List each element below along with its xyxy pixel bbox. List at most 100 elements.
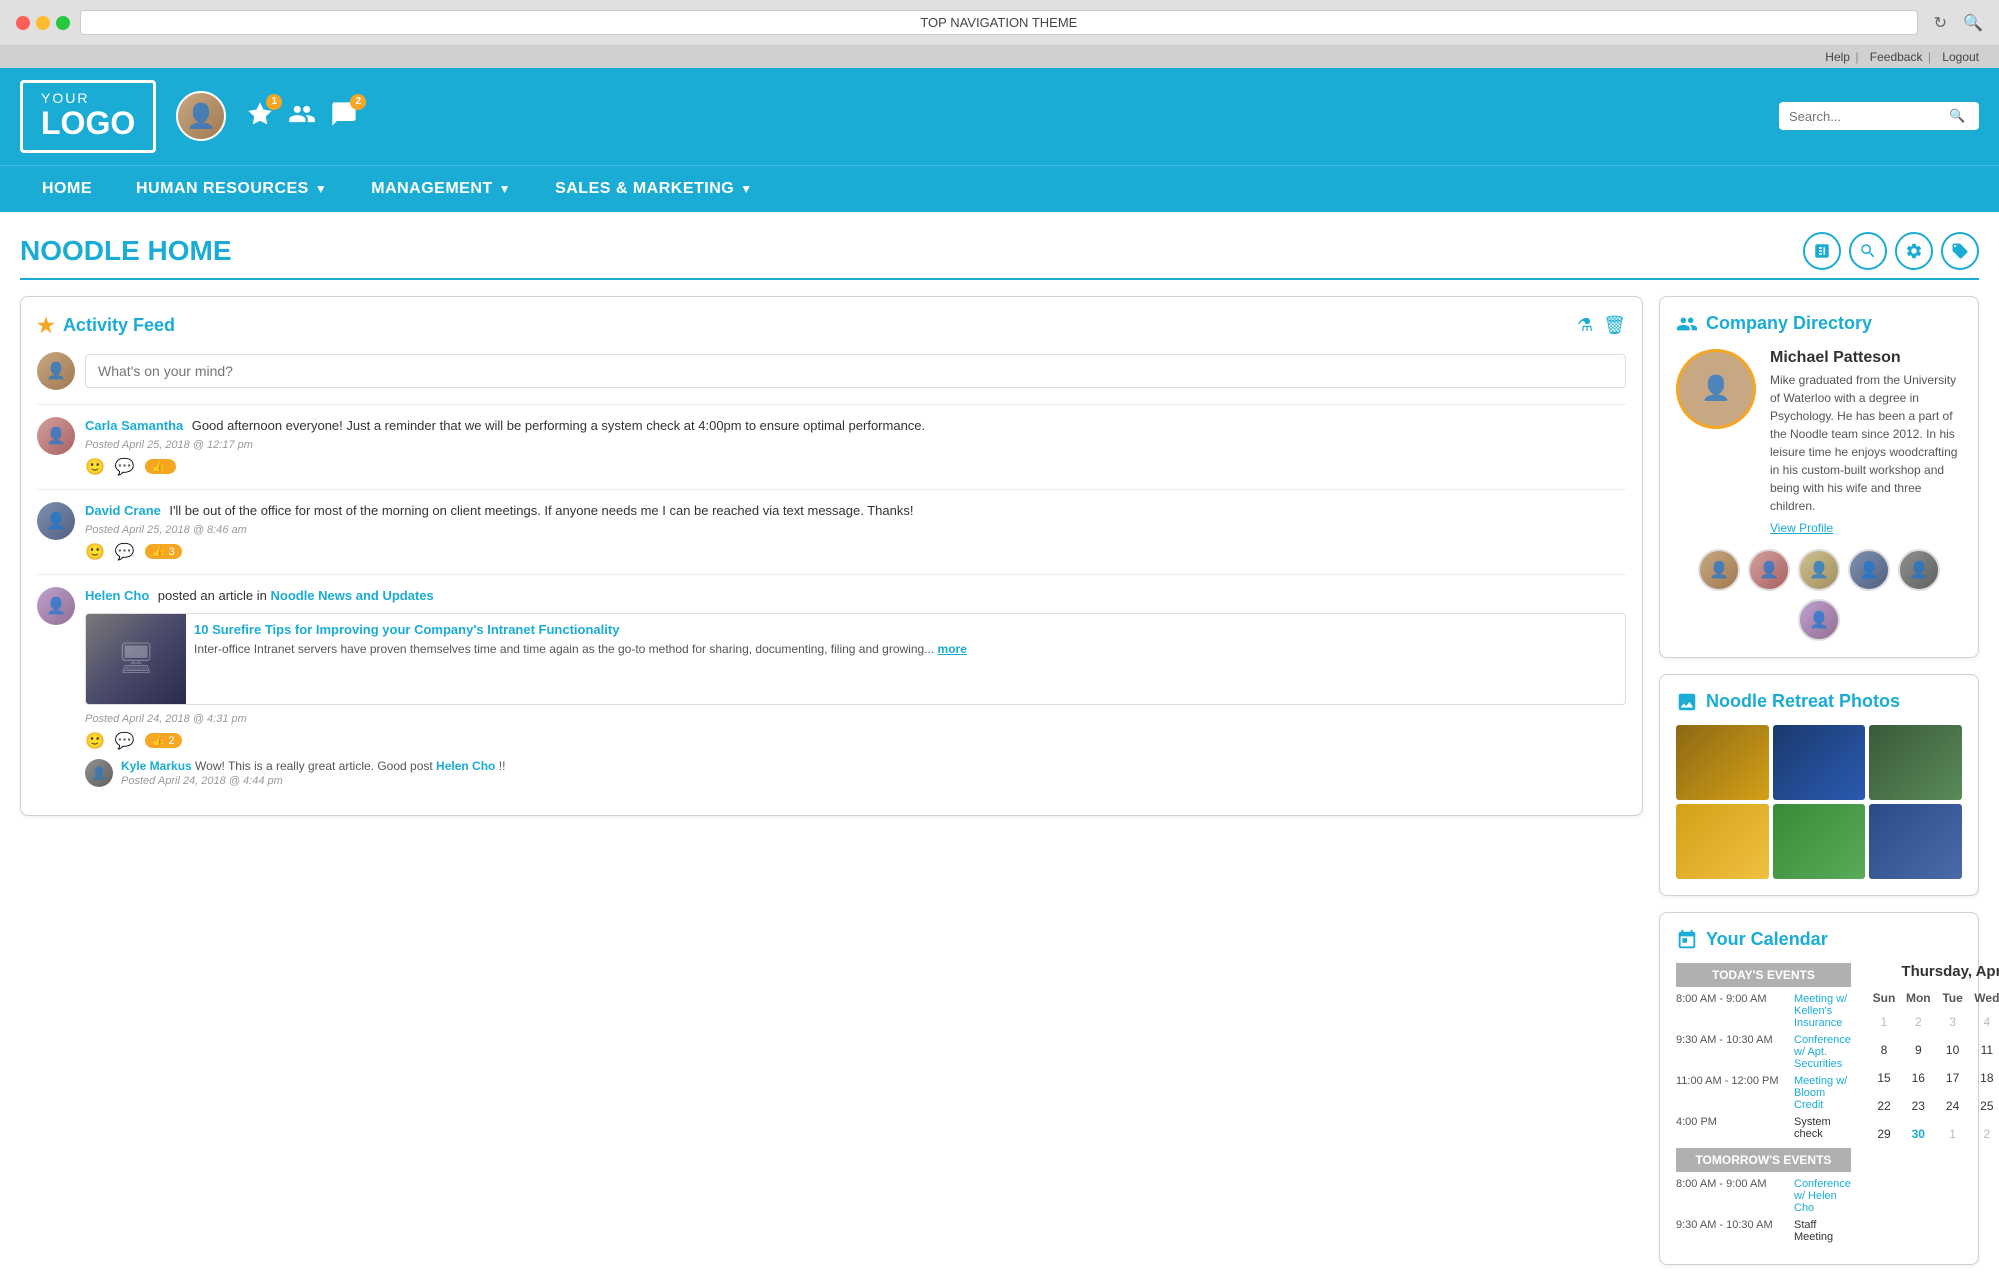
trash-icon[interactable]: 🗑	[1603, 315, 1626, 336]
like-icon[interactable]: 🙂	[85, 542, 105, 562]
like-icon[interactable]: 🙂	[85, 457, 105, 477]
dir-avatar-3[interactable]: 👤	[1798, 549, 1840, 591]
calendar-day[interactable]: 8	[1867, 1036, 1901, 1064]
search-content-btn[interactable]	[1849, 232, 1887, 270]
helen-author[interactable]: Helen Cho	[85, 588, 149, 603]
event-name-5[interactable]: Conference w/ Helen Cho	[1794, 1178, 1851, 1214]
mention-link[interactable]: Helen Cho	[436, 759, 495, 773]
logout-link[interactable]: Logout	[1942, 50, 1979, 64]
calendar-day[interactable]: 11	[1970, 1036, 1999, 1064]
calendar-day[interactable]: 1	[1935, 1120, 1969, 1148]
people-icon-btn[interactable]	[288, 100, 316, 133]
calendar-day[interactable]: 10	[1935, 1036, 1969, 1064]
dir-avatar-4[interactable]: 👤	[1848, 549, 1890, 591]
david-post-text: David Crane I'll be out of the office fo…	[85, 502, 1626, 520]
like-icon[interactable]: 🙂	[85, 731, 105, 751]
event-name-1[interactable]: Meeting w/ Kellen's Insurance	[1794, 993, 1851, 1029]
david-author[interactable]: David Crane	[85, 503, 161, 518]
dir-avatar-2[interactable]: 👤	[1748, 549, 1790, 591]
dir-avatar-5[interactable]: 👤	[1898, 549, 1940, 591]
browser-chrome: TOP NAVIGATION THEME ↻ 🔍	[0, 0, 1999, 46]
photo-6[interactable]	[1869, 804, 1962, 879]
calendar-day[interactable]: 30	[1901, 1120, 1935, 1148]
event-time-6: 9:30 AM - 10:30 AM	[1676, 1219, 1786, 1231]
calendar-day[interactable]: 18	[1970, 1064, 1999, 1092]
comment-icon[interactable]: 💬	[115, 457, 135, 477]
like-button[interactable]: 👍 3	[145, 544, 182, 559]
calendar-day[interactable]: 25	[1970, 1092, 1999, 1120]
calendar-day[interactable]: 23	[1901, 1092, 1935, 1120]
photo-4[interactable]	[1676, 804, 1769, 879]
user-avatar[interactable]: 👤	[176, 91, 226, 141]
dot-red[interactable]	[16, 16, 30, 30]
nav-management[interactable]: MANAGEMENT ▼	[349, 166, 533, 212]
event-name-2[interactable]: Conference w/ Apt. Securities	[1794, 1034, 1851, 1070]
comment-icon[interactable]: 💬	[115, 542, 135, 562]
calendar-day[interactable]: 29	[1867, 1120, 1901, 1148]
calendar-day[interactable]: 3	[1935, 1008, 1969, 1036]
cal-header-tue: Tue	[1935, 988, 1969, 1008]
david-date: Posted April 25, 2018 @ 8:46 am	[85, 524, 1626, 536]
calendar-day[interactable]: 2	[1970, 1120, 1999, 1148]
carla-text: Good afternoon everyone! Just a reminder…	[192, 418, 925, 433]
filter-icon[interactable]: ⚗	[1577, 315, 1593, 336]
star-notifications[interactable]: 1	[246, 100, 274, 133]
activity-feed-title: Activity Feed	[63, 315, 175, 336]
calendar-day[interactable]: 9	[1901, 1036, 1935, 1064]
tag-btn[interactable]	[1941, 232, 1979, 270]
event-row-4: 4:00 PM System check	[1676, 1116, 1851, 1140]
feedback-link[interactable]: Feedback	[1870, 50, 1923, 64]
help-link[interactable]: Help	[1825, 50, 1850, 64]
commenter-name[interactable]: Kyle Markus	[121, 759, 192, 773]
dot-green[interactable]	[56, 16, 70, 30]
calendar-day[interactable]: 1	[1867, 1008, 1901, 1036]
dir-avatar-1[interactable]: 👤	[1698, 549, 1740, 591]
calendar-day[interactable]: 22	[1867, 1092, 1901, 1120]
add-content-btn[interactable]	[1803, 232, 1841, 270]
messages-icon-btn[interactable]: 2	[330, 100, 358, 133]
helen-posted-in: posted an article in	[158, 588, 271, 603]
dot-yellow[interactable]	[36, 16, 50, 30]
carla-author[interactable]: Carla Samantha	[85, 418, 183, 433]
company-directory-card: Company Directory 👤 Michael Patteson Mik…	[1659, 296, 1979, 658]
event-time-4: 4:00 PM	[1676, 1116, 1786, 1128]
calendar-day[interactable]: 16	[1901, 1064, 1935, 1092]
logo[interactable]: YOUR LOGO	[20, 80, 156, 153]
left-column: ★ Activity Feed ⚗ 🗑 👤	[20, 296, 1643, 1265]
like-button[interactable]: 👍 2	[145, 733, 182, 748]
event-name-3[interactable]: Meeting w/ Bloom Credit	[1794, 1075, 1851, 1111]
search-input[interactable]	[1789, 109, 1949, 124]
dir-avatar-6[interactable]: 👤	[1798, 599, 1840, 641]
calendar-date-heading: Thursday, April 26, 2018	[1867, 963, 1999, 980]
nav-sales[interactable]: SALES & MARKETING ▼	[533, 166, 775, 212]
post-input[interactable]	[85, 354, 1626, 388]
helen-post-content: Helen Cho posted an article in Noodle Ne…	[85, 587, 1626, 787]
like-button[interactable]: 👍	[145, 459, 176, 474]
calendar-day[interactable]: 4	[1970, 1008, 1999, 1036]
calendar-day[interactable]: 24	[1935, 1092, 1969, 1120]
photos-card-title: Noodle Retreat Photos	[1676, 691, 1962, 713]
calendar-title-text: Your Calendar	[1706, 929, 1828, 950]
calendar-day[interactable]: 17	[1935, 1064, 1969, 1092]
view-profile-link[interactable]: View Profile	[1770, 521, 1962, 535]
read-more-link[interactable]: more	[938, 642, 967, 656]
search-box[interactable]: 🔍	[1779, 102, 1979, 130]
settings-btn[interactable]	[1895, 232, 1933, 270]
event-row-5: 8:00 AM - 9:00 AM Conference w/ Helen Ch…	[1676, 1178, 1851, 1214]
nav-home[interactable]: HOME	[20, 166, 114, 212]
article-title[interactable]: 10 Surefire Tips for Improving your Comp…	[194, 622, 1617, 637]
helen-channel[interactable]: Noodle News and Updates	[270, 588, 433, 603]
calendar-day[interactable]: 15	[1867, 1064, 1901, 1092]
photo-1[interactable]	[1676, 725, 1769, 800]
photo-5[interactable]	[1773, 804, 1866, 879]
refresh-icon[interactable]: ↻	[1934, 13, 1947, 33]
photo-3[interactable]	[1869, 725, 1962, 800]
star-icon: ★	[37, 313, 55, 338]
nav-hr[interactable]: HUMAN RESOURCES ▼	[114, 166, 349, 212]
photo-2[interactable]	[1773, 725, 1866, 800]
browser-search-icon[interactable]: 🔍	[1963, 13, 1983, 33]
address-bar[interactable]: TOP NAVIGATION THEME	[80, 10, 1918, 35]
comment-icon[interactable]: 💬	[115, 731, 135, 751]
calendar-day[interactable]: 2	[1901, 1008, 1935, 1036]
carla-post-content: Carla Samantha Good afternoon everyone! …	[85, 417, 1626, 477]
